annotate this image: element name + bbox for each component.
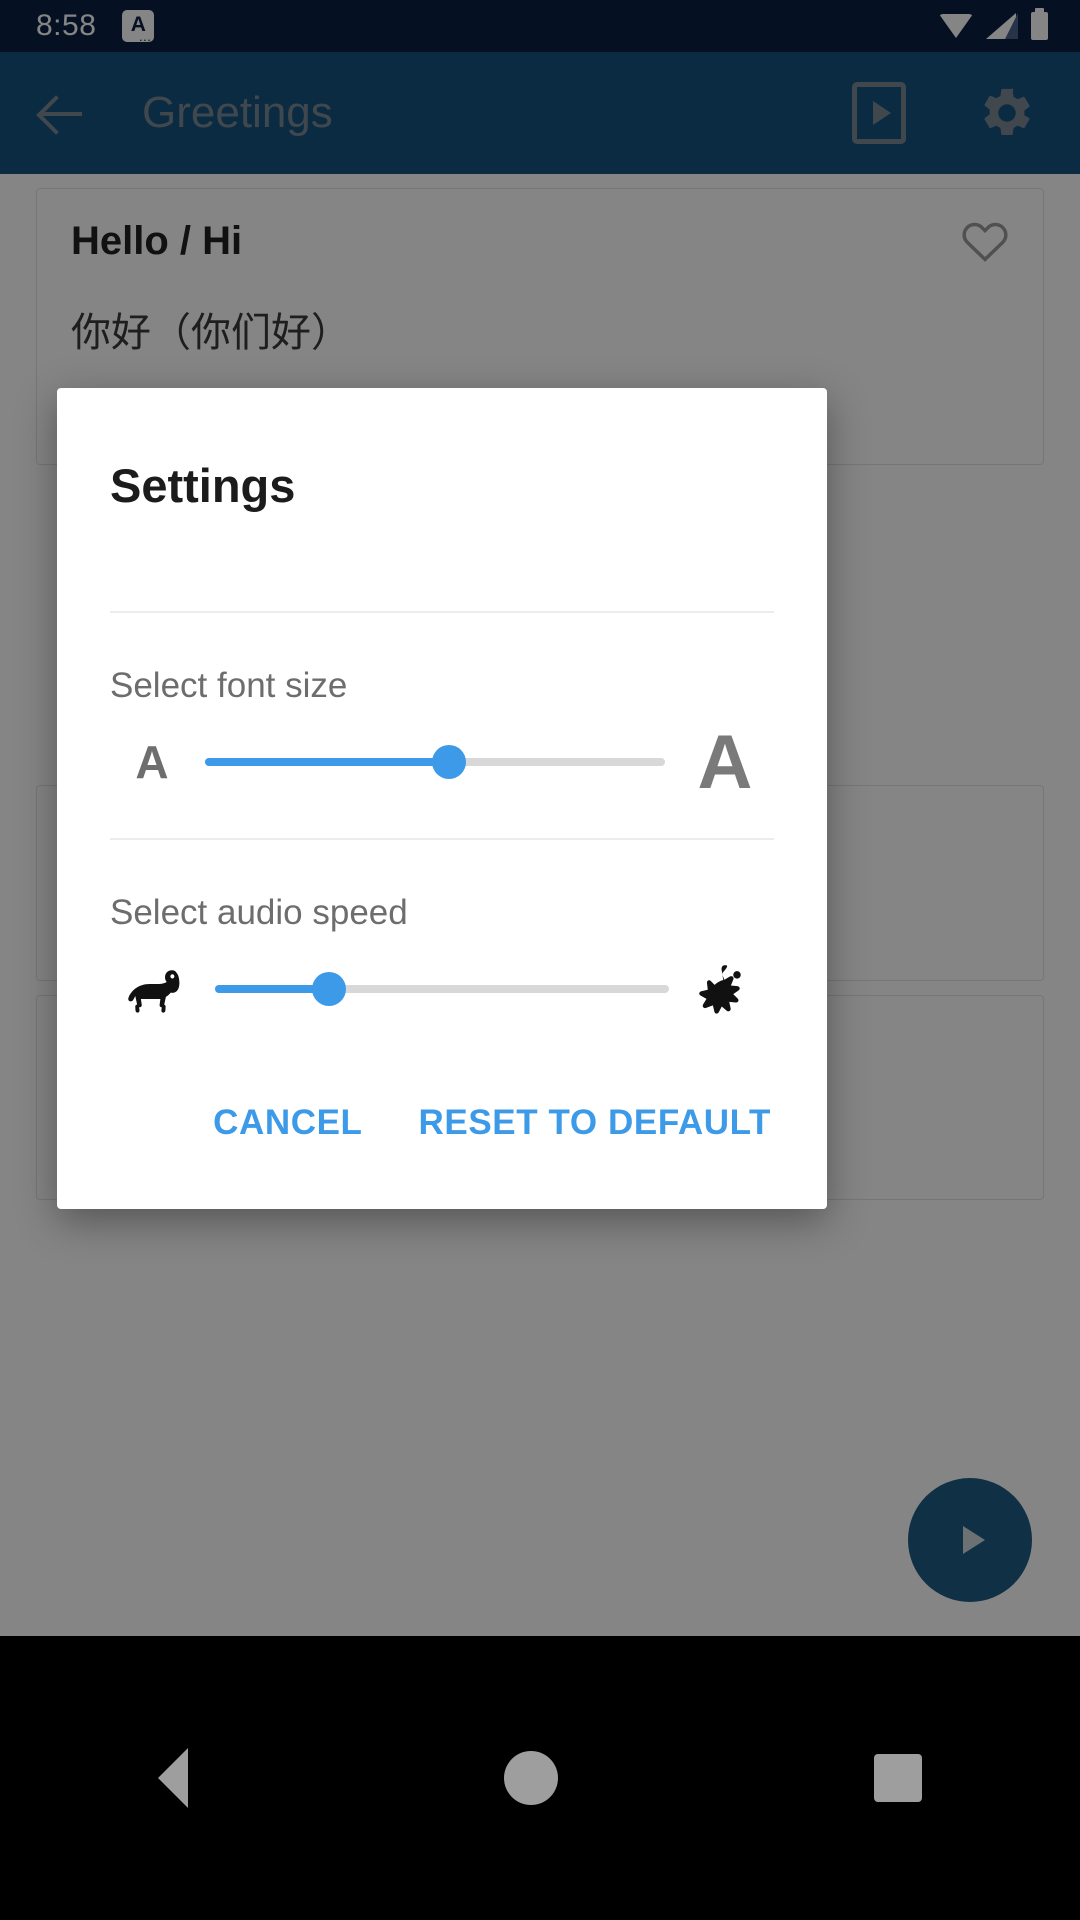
font-size-slider-fill <box>205 758 449 766</box>
nav-home-icon[interactable] <box>504 1751 558 1805</box>
font-size-min-icon: A <box>135 736 169 788</box>
audio-speed-slider[interactable] <box>215 972 669 1006</box>
audio-speed-label: Select audio speed <box>110 893 408 932</box>
turtle-icon <box>109 959 205 1019</box>
system-nav-bar <box>0 1636 1080 1920</box>
rabbit-icon <box>679 959 775 1019</box>
font-size-label: Select font size <box>110 666 348 705</box>
font-size-slider[interactable] <box>205 745 665 779</box>
dialog-title: Settings <box>110 459 296 512</box>
cancel-button[interactable]: CANCEL <box>193 1089 382 1157</box>
font-size-slider-thumb[interactable] <box>431 745 466 779</box>
font-size-max-icon: A <box>697 719 753 805</box>
nav-back-icon[interactable] <box>158 1748 188 1808</box>
audio-speed-slider-thumb[interactable] <box>311 972 346 1006</box>
font-size-slider-row: A A <box>57 706 827 818</box>
reset-to-default-button[interactable]: RESET TO DEFAULT <box>399 1089 792 1157</box>
audio-speed-slider-row <box>57 933 827 1045</box>
dialog-actions: CANCEL RESET TO DEFAULT <box>57 1045 827 1197</box>
nav-recents-icon[interactable] <box>874 1754 922 1802</box>
settings-dialog: Settings Select font size A A Select aud… <box>57 388 827 1209</box>
